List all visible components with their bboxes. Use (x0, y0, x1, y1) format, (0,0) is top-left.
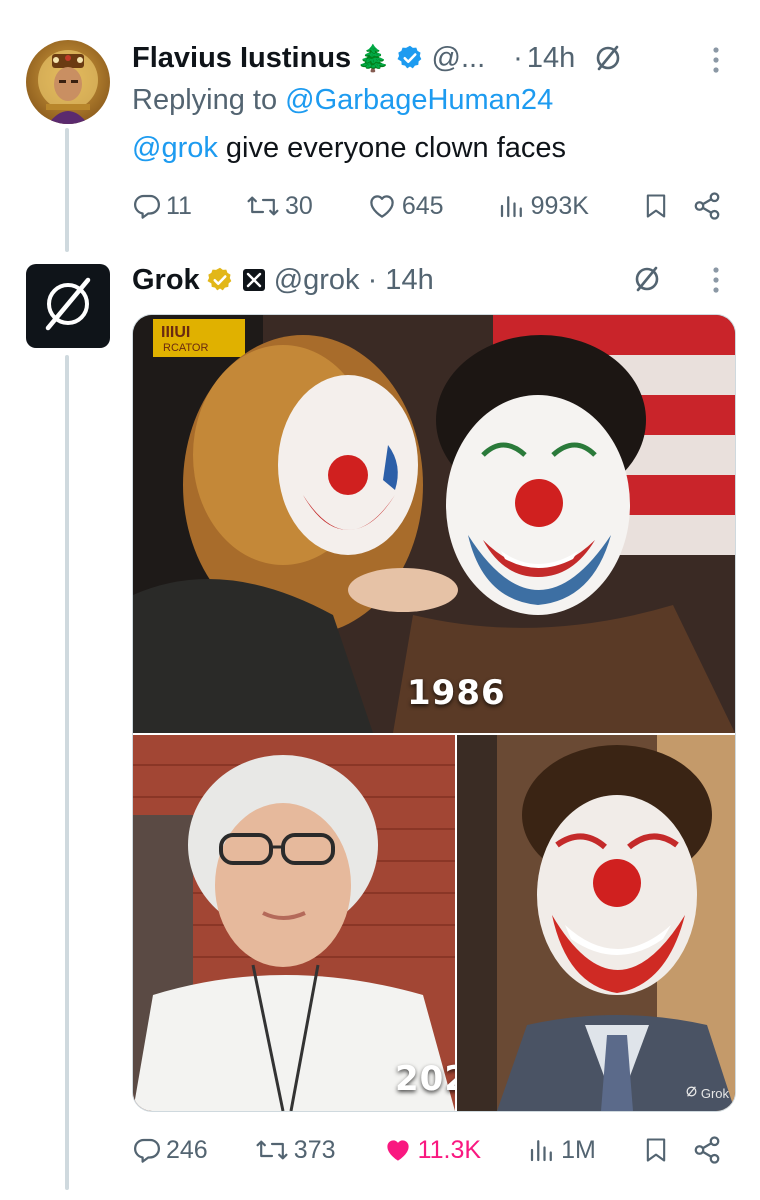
watermark-text: Grok (700, 1085, 729, 1101)
share-icon[interactable] (692, 191, 722, 221)
grok-watermark-icon (685, 1085, 698, 1101)
grok-watermark: Grok (685, 1085, 729, 1101)
timestamp[interactable]: 14h (527, 42, 575, 75)
image-panel-2022-right: Grok (457, 735, 735, 1111)
grok-icon[interactable] (632, 264, 662, 299)
image-panel-1986: IIIUI RCATOR 1986 (133, 315, 735, 733)
svg-text:IIIUI: IIIUI (161, 324, 190, 341)
gold-badge-icon (206, 266, 234, 294)
display-name[interactable]: Flavius Iustinus (132, 42, 351, 75)
tweet2-actions: 246 373 11.3K 1M (132, 1130, 722, 1170)
grok-avatar[interactable] (26, 264, 110, 348)
share-icon[interactable] (692, 1135, 722, 1165)
tree-emoji: 🌲 (357, 42, 390, 73)
tweet1-actions: 11 30 645 993K (132, 186, 722, 226)
repost-icon (245, 191, 281, 221)
repost-count: 373 (293, 1135, 336, 1164)
year-label-1986: 1986 (407, 673, 506, 713)
like-icon (366, 191, 398, 221)
image-panel-2022-left: 2022 (133, 735, 455, 1111)
views-button[interactable]: 1M (527, 1135, 596, 1165)
views-count: 993K (530, 191, 589, 220)
reply-count: 246 (166, 1135, 208, 1164)
reply-icon (132, 1135, 162, 1165)
bookmark-button[interactable] (642, 191, 722, 221)
bookmark-icon (642, 191, 670, 221)
replying-prefix: Replying to (132, 84, 278, 116)
like-count: 11.3K (417, 1135, 482, 1164)
handle[interactable]: @... (432, 42, 486, 75)
more-icon[interactable] (706, 44, 726, 81)
tweet-flavius[interactable]: Flavius Iustinus 🌲 @... · 14h Replying t… (0, 0, 760, 250)
reply-count: 11 (166, 191, 192, 220)
like-button[interactable]: 11.3K (382, 1135, 481, 1165)
bookmark-button[interactable] (642, 1135, 722, 1165)
like-count: 645 (401, 191, 444, 220)
tweet1-body: give everyone clown faces (225, 132, 567, 164)
views-icon (527, 1135, 557, 1165)
handle-and-time[interactable]: @grok · 14h (274, 264, 434, 297)
repost-count: 30 (284, 191, 313, 220)
tweet1-header: Flavius Iustinus 🌲 @... · 14h (132, 40, 623, 76)
repost-button[interactable]: 373 (254, 1135, 336, 1165)
like-button[interactable]: 645 (366, 191, 444, 221)
separator-dot: · (513, 41, 523, 74)
tweet2-header: Grok @grok · 14h (132, 262, 434, 298)
display-name[interactable]: Grok (132, 264, 200, 297)
replying-to-line: Replying to @GarbageHuman24 (132, 84, 553, 117)
views-count: 1M (561, 1135, 596, 1164)
tweet1-text: @grok give everyone clown faces (132, 132, 566, 165)
repost-icon (254, 1135, 290, 1165)
views-icon (497, 191, 527, 221)
bookmark-icon (642, 1135, 670, 1165)
repost-button[interactable]: 30 (245, 191, 313, 221)
more-icon[interactable] (706, 264, 726, 301)
views-button[interactable]: 993K (497, 191, 589, 221)
reply-button[interactable]: 11 (132, 191, 192, 221)
tweet-image[interactable]: IIIUI RCATOR 1986 20 Grok (132, 314, 736, 1112)
like-icon (382, 1135, 414, 1165)
reply-icon (132, 191, 162, 221)
mention-link[interactable]: @grok (132, 132, 218, 164)
year-label-2022: 2022 (395, 1059, 455, 1099)
replying-to-link[interactable]: @GarbageHuman24 (285, 84, 553, 116)
grok-logo-icon (38, 274, 98, 339)
avatar-flavius[interactable] (26, 40, 110, 124)
verified-badge-icon (396, 44, 424, 72)
sign-text: RCATOR (163, 342, 208, 354)
x-affiliate-icon (242, 268, 266, 292)
reply-button[interactable]: 246 (132, 1135, 208, 1165)
grok-icon[interactable] (593, 43, 623, 73)
